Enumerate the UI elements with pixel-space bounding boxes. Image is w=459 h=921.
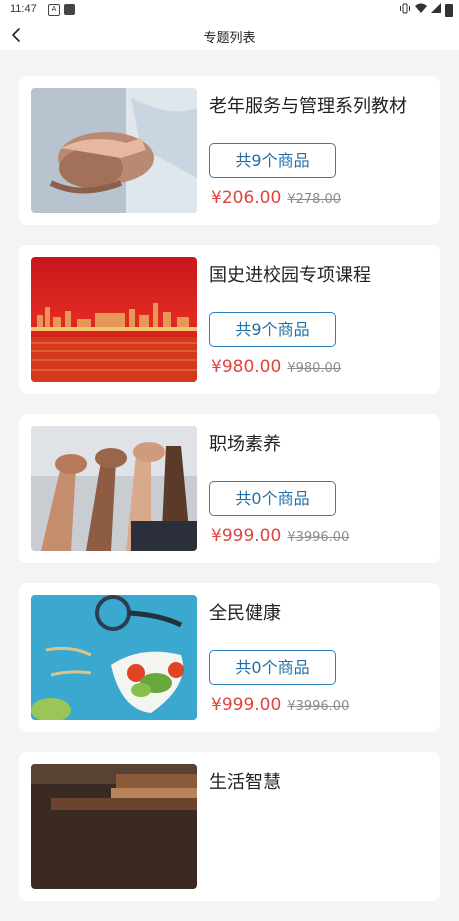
price-row: ¥999.00 ¥3996.00 [211, 526, 349, 546]
price: ¥980.00 [211, 357, 282, 377]
original-price: ¥3996.00 [287, 530, 350, 545]
original-price: ¥278.00 [287, 192, 342, 207]
topic-card[interactable]: 全民健康 共0个商品 ¥999.00 ¥3996.00 [19, 583, 440, 732]
vibrate-icon [399, 3, 411, 17]
status-icons [399, 3, 453, 17]
product-count-button[interactable]: 共0个商品 [209, 481, 336, 516]
topic-title: 职场素养 [209, 434, 281, 455]
topic-title: 全民健康 [209, 603, 281, 624]
price: ¥206.00 [211, 188, 282, 208]
topic-card[interactable]: 国史进校园专项课程 共9个商品 ¥980.00 ¥980.00 [19, 245, 440, 394]
topic-image-life-wisdom [31, 764, 197, 889]
product-count-button[interactable]: 共9个商品 [209, 312, 336, 347]
topic-card[interactable]: 职场素养 共0个商品 ¥999.00 ¥3996.00 [19, 414, 440, 563]
battery-icon [445, 3, 453, 17]
topic-image-national-history [31, 257, 197, 382]
topic-title: 老年服务与管理系列教材 [209, 96, 407, 117]
page-title: 专题列表 [203, 31, 256, 46]
price-row: ¥980.00 ¥980.00 [211, 357, 341, 377]
topic-title: 国史进校园专项课程 [209, 265, 371, 286]
status-time: 11:47 [10, 3, 37, 15]
original-price: ¥980.00 [287, 361, 342, 376]
topic-list: 老年服务与管理系列教材 共9个商品 ¥206.00 ¥278.00 国史进校园专… [19, 76, 440, 921]
status-bar: 11:47 A [0, 0, 459, 20]
original-price: ¥3996.00 [287, 699, 350, 714]
topic-card[interactable]: 生活智慧 [19, 752, 440, 901]
wifi-icon [415, 3, 427, 17]
product-count-button[interactable]: 共0个商品 [209, 650, 336, 685]
price-row: ¥999.00 ¥3996.00 [211, 695, 349, 715]
price: ¥999.00 [211, 526, 282, 546]
topic-card[interactable]: 老年服务与管理系列教材 共9个商品 ¥206.00 ¥278.00 [19, 76, 440, 225]
topic-image-elderly-care [31, 88, 197, 213]
notification-square-icon [64, 4, 75, 15]
top-nav-bar: 专题列表 [0, 20, 459, 50]
topic-image-healthy-food [31, 595, 197, 720]
price-row: ¥206.00 ¥278.00 [211, 188, 341, 208]
signal-icon [431, 3, 441, 17]
topic-title: 生活智慧 [209, 772, 281, 793]
topic-image-teamwork-hands [31, 426, 197, 551]
product-count-button[interactable]: 共9个商品 [209, 143, 336, 178]
price: ¥999.00 [211, 695, 282, 715]
notification-icon: A [48, 4, 60, 16]
